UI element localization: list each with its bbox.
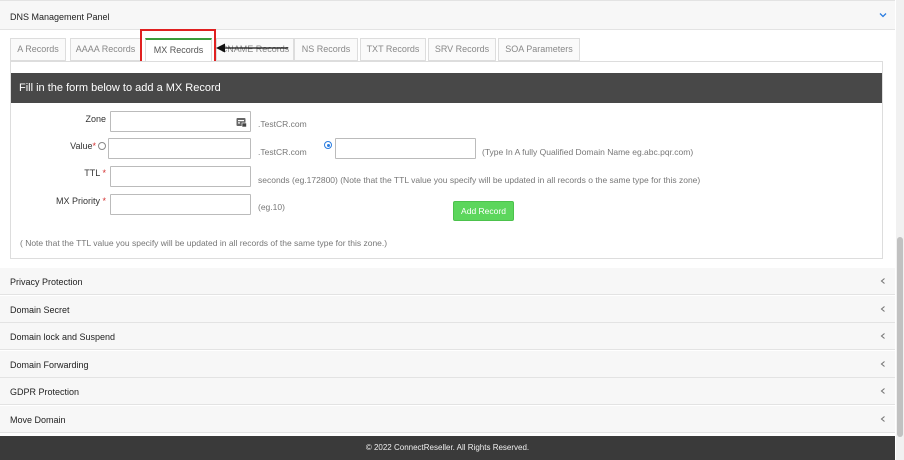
zone-suffix: .TestCR.com (258, 119, 307, 129)
accordion-label: Domain Forwarding (10, 360, 89, 370)
required-mark: * (102, 196, 106, 206)
mx-priority-label-text: MX Priority (55, 196, 100, 206)
accordion-gdpr-protection[interactable]: GDPR Protection (0, 378, 895, 405)
add-record-button[interactable]: Add Record (453, 201, 514, 221)
accordion-label: Domain lock and Suspend (10, 332, 116, 342)
chevron-left-icon[interactable] (879, 276, 887, 286)
chevron-left-icon[interactable] (879, 386, 887, 396)
chevron-left-icon[interactable] (879, 331, 887, 341)
tab-ns-records[interactable]: NS Records (294, 38, 358, 61)
mx-priority-label: MX Priority * (30, 196, 106, 206)
chevron-left-icon[interactable] (879, 304, 887, 314)
chevron-down-icon[interactable] (878, 10, 888, 20)
accordion-label: Move Domain (10, 415, 66, 425)
value-fqdn-input[interactable] (335, 138, 476, 159)
tab-soa-parameters[interactable]: SOA Parameters (498, 38, 580, 61)
tab-label: NS Records (301, 44, 351, 54)
mx-priority-input[interactable] (110, 194, 251, 215)
footer: © 2022 ConnectReseller. All Rights Reser… (0, 436, 895, 460)
tab-label: TXT Records (366, 44, 420, 54)
ttl-input[interactable] (110, 166, 251, 187)
tab-label: SRV Records (434, 44, 490, 54)
tab-label: AAAA Records (75, 44, 136, 54)
required-mark: * (92, 141, 96, 151)
ttl-hint: seconds (eg.172800) (Note that the TTL v… (258, 175, 701, 185)
accordion-move-domain[interactable]: Move Domain (0, 406, 895, 433)
required-mark: * (102, 168, 106, 178)
tab-label: A Records (17, 44, 59, 54)
ttl-label-text: TTL (84, 168, 100, 178)
accordion-domain-forwarding[interactable]: Domain Forwarding (0, 351, 895, 378)
footer-copyright: © 2022 ConnectReseller. All Rights Reser… (365, 443, 530, 452)
zone-select[interactable] (110, 111, 251, 132)
value-label-text: Value (70, 141, 93, 151)
tab-aaaa-records[interactable]: AAAA Records (70, 38, 141, 61)
value-subdomain-input[interactable] (108, 138, 251, 159)
tab-a-records[interactable]: A Records (10, 38, 66, 61)
accordion-label: GDPR Protection (10, 387, 80, 397)
chevron-left-icon[interactable] (879, 414, 887, 424)
arrow-left-icon (216, 43, 288, 53)
value-radio-subdomain[interactable] (98, 142, 106, 150)
accordion-privacy-protection[interactable]: Privacy Protection (0, 268, 895, 295)
value-suffix: .TestCR.com (258, 147, 307, 157)
ttl-label: TTL * (60, 168, 106, 178)
dns-panel-header[interactable]: DNS Management Panel (0, 0, 895, 30)
calendar-icon[interactable] (236, 117, 247, 127)
accordion-label: Domain Secret (10, 305, 70, 315)
tab-label: SOA Parameters (505, 44, 573, 54)
mx-priority-hint: (eg.10) (258, 202, 285, 212)
dns-panel-title: DNS Management Panel (10, 12, 110, 22)
chevron-left-icon[interactable] (879, 359, 887, 369)
page-scrollbar[interactable] (896, 0, 904, 460)
accordion-domain-secret[interactable]: Domain Secret (0, 296, 895, 323)
form-heading: Fill in the form below to add a MX Recor… (11, 73, 882, 103)
tab-txt-records[interactable]: TXT Records (360, 38, 426, 61)
accordion-domain-lock-suspend[interactable]: Domain lock and Suspend (0, 323, 895, 350)
value-radio-fqdn[interactable] (324, 141, 332, 149)
scrollbar-thumb[interactable] (897, 237, 903, 437)
tab-srv-records[interactable]: SRV Records (428, 38, 496, 61)
value-hint: (Type In A fully Qualified Domain Name e… (482, 147, 694, 157)
mx-record-form: Fill in the form below to add a MX Recor… (10, 61, 883, 259)
zone-label: Zone (85, 114, 106, 124)
accordion-label: Privacy Protection (10, 277, 83, 287)
value-label: Value* (40, 141, 96, 151)
ttl-note: ( Note that the TTL value you specify wi… (20, 238, 388, 248)
